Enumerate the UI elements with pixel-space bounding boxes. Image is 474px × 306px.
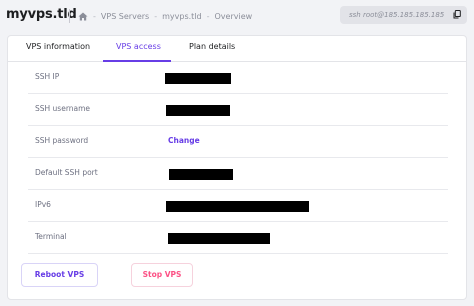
home-icon[interactable] — [78, 12, 88, 21]
ssh-password-row: SSH password Change — [28, 126, 448, 158]
tab-vps-information[interactable]: VPS information — [26, 42, 90, 51]
stop-vps-button[interactable]: Stop VPS — [131, 263, 193, 287]
change-password-link[interactable]: Change — [168, 136, 200, 145]
ssh-ip-label: SSH IP — [35, 72, 60, 81]
ssh-username-row: SSH username — [28, 94, 448, 126]
ssh-command-text: ssh root@185.185.185.185 — [349, 11, 445, 19]
ssh-password-label: SSH password — [35, 136, 89, 145]
ssh-port-row: Default SSH port — [28, 158, 448, 190]
tab-bar: VPS information VPS access Plan details — [8, 36, 466, 62]
page-title: myvps.tld — [6, 7, 77, 22]
breadcrumb-current: Overview — [214, 12, 253, 21]
copy-icon[interactable] — [453, 10, 461, 21]
tab-plan-details[interactable]: Plan details — [189, 42, 235, 51]
terminal-label: Terminal — [35, 232, 67, 241]
ssh-command-chip[interactable]: ssh root@185.185.185.185 — [340, 6, 467, 24]
terminal-row: Terminal — [28, 222, 448, 254]
ssh-username-label: SSH username — [35, 104, 91, 113]
redacted-value — [169, 169, 233, 180]
title-divider — [69, 9, 70, 23]
reboot-vps-button[interactable]: Reboot VPS — [21, 263, 98, 287]
breadcrumb-separator: - — [93, 12, 96, 21]
tab-vps-access[interactable]: VPS access — [116, 42, 161, 51]
ipv6-row: IPv6 — [28, 190, 448, 222]
breadcrumb-separator: - — [206, 12, 210, 21]
top-bar: myvps.tld - VPS Servers - myvps.tld - Ov… — [0, 0, 474, 32]
breadcrumb-separator: - — [154, 12, 158, 21]
redacted-value — [168, 233, 270, 244]
redacted-value — [166, 201, 309, 212]
ipv6-label: IPv6 — [35, 200, 51, 209]
redacted-value — [166, 105, 230, 116]
breadcrumb-vps-servers[interactable]: VPS Servers — [101, 12, 149, 21]
redacted-value — [165, 73, 231, 84]
breadcrumb: - VPS Servers - myvps.tld - Overview — [78, 10, 252, 23]
breadcrumb-server[interactable]: myvps.tld — [162, 12, 202, 21]
ssh-ip-row: SSH IP — [28, 62, 448, 94]
ssh-port-label: Default SSH port — [35, 168, 98, 177]
vps-card: VPS information VPS access Plan details … — [7, 35, 467, 300]
